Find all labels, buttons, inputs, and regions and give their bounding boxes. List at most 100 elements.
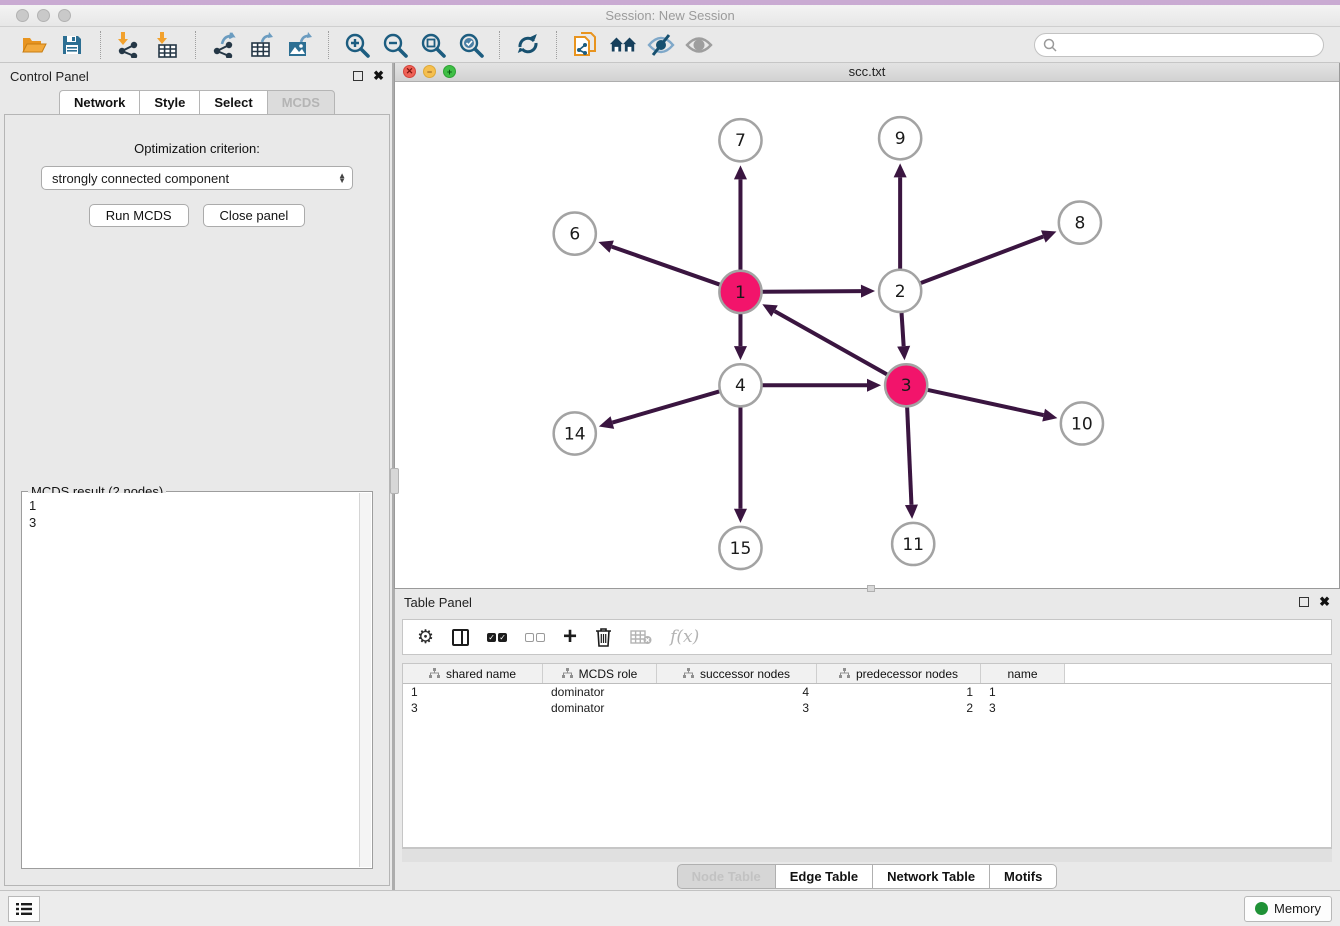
edge-1-6[interactable] — [612, 246, 720, 284]
table-cell[interactable]: 1 — [817, 685, 981, 699]
table-cell[interactable]: 4 — [657, 685, 817, 699]
network-close-button[interactable]: ✕ — [403, 65, 416, 78]
column-header-shared-name[interactable]: shared name — [403, 664, 543, 683]
close-panel-button[interactable]: Close panel — [203, 204, 306, 227]
close-panel-icon[interactable]: ✖ — [373, 71, 384, 81]
edge-2-8[interactable] — [921, 236, 1043, 283]
table-row[interactable]: 3dominator323 — [403, 700, 1331, 716]
node-label-6: 6 — [569, 224, 580, 244]
first-neighbors-icon[interactable] — [609, 31, 637, 59]
mcds-result-text[interactable]: 1 3 — [23, 493, 359, 867]
table-cell[interactable]: 3 — [981, 701, 1065, 715]
network-window-titlebar[interactable]: ✕ − + scc.txt — [395, 63, 1339, 82]
float-panel-icon[interactable] — [353, 71, 363, 81]
select-all-columns-icon[interactable]: ✓✓ — [487, 633, 507, 642]
table-panel-title: Table Panel — [404, 595, 472, 610]
edge-3-10[interactable] — [928, 390, 1044, 415]
deselect-all-columns-icon[interactable] — [525, 633, 545, 642]
tab-select[interactable]: Select — [199, 90, 266, 115]
memory-button-label: Memory — [1274, 901, 1321, 916]
add-column-icon[interactable]: + — [563, 627, 577, 647]
import-network-icon[interactable] — [115, 31, 143, 59]
table-cell[interactable]: 3 — [657, 701, 817, 715]
node-label-14: 14 — [564, 424, 586, 444]
table-panel: Table Panel ✖ ⚙ ✓✓ + f(x) — [394, 589, 1340, 890]
hide-graphics-details-icon[interactable] — [647, 31, 675, 59]
function-builder-icon[interactable]: f(x) — [670, 627, 699, 647]
result-scrollbar[interactable] — [359, 493, 371, 867]
tab-motifs[interactable]: Motifs — [989, 864, 1057, 889]
export-network-icon[interactable] — [210, 31, 238, 59]
delete-column-icon[interactable] — [595, 627, 612, 647]
table-toolbar: ⚙ ✓✓ + f(x) — [402, 619, 1332, 655]
table-cell[interactable]: 3 — [403, 701, 543, 715]
zoom-selected-icon[interactable] — [457, 31, 485, 59]
clone-network-icon[interactable] — [571, 31, 599, 59]
network-maximize-button[interactable]: + — [443, 65, 456, 78]
tab-node-table[interactable]: Node Table — [677, 864, 775, 889]
column-header-MCDS-role[interactable]: MCDS role — [543, 664, 657, 683]
column-header-predecessor-nodes[interactable]: predecessor nodes — [817, 664, 981, 683]
column-header-successor-nodes[interactable]: successor nodes — [657, 664, 817, 683]
edge-2-3[interactable] — [902, 313, 904, 346]
control-panel: Control Panel ✖ NetworkStyleSelectMCDS O… — [0, 63, 394, 890]
network-graph[interactable]: 7968124314101511 — [395, 82, 1339, 588]
status-bar: Memory — [0, 890, 1340, 926]
table-header-row: shared nameMCDS rolesuccessor nodesprede… — [403, 664, 1331, 684]
mcds-panel: Optimization criterion: strongly connect… — [4, 114, 390, 886]
network-canvas[interactable]: 7968124314101511 — [395, 82, 1339, 588]
edge-arrow-2-3 — [897, 346, 910, 360]
tab-style[interactable]: Style — [139, 90, 199, 115]
task-list-icon — [16, 902, 32, 916]
control-panel-title: Control Panel — [10, 69, 89, 84]
table-settings-icon[interactable]: ⚙ — [417, 626, 434, 649]
table-tabs: Node TableEdge TableNetwork TableMotifs — [394, 862, 1340, 890]
table-float-panel-icon[interactable] — [1299, 597, 1309, 607]
panel-splitter-grip[interactable] — [390, 468, 399, 494]
show-graphics-details-icon[interactable] — [685, 31, 713, 59]
tab-edge-table[interactable]: Edge Table — [775, 864, 872, 889]
optimization-criterion-label: Optimization criterion: — [15, 141, 379, 156]
split-view-icon[interactable] — [452, 629, 469, 646]
network-window-title: scc.txt — [395, 64, 1339, 79]
zoom-in-icon[interactable] — [343, 31, 371, 59]
import-table-icon[interactable] — [153, 31, 181, 59]
node-label-7: 7 — [735, 131, 746, 151]
edge-1-2[interactable] — [763, 291, 861, 292]
open-icon[interactable] — [20, 31, 48, 59]
edge-3-11[interactable] — [907, 407, 911, 504]
table-row[interactable]: 1dominator411 — [403, 684, 1331, 700]
horizontal-splitter-grip[interactable] — [867, 585, 875, 592]
run-mcds-button[interactable]: Run MCDS — [89, 204, 189, 227]
search-box[interactable] — [1034, 33, 1324, 57]
node-label-2: 2 — [895, 282, 906, 302]
search-input[interactable] — [1062, 38, 1315, 52]
network-minimize-button[interactable]: − — [423, 65, 436, 78]
apply-layout-icon[interactable] — [514, 31, 542, 59]
tab-network[interactable]: Network — [59, 90, 139, 115]
table-cell[interactable]: 1 — [403, 685, 543, 699]
task-history-button[interactable] — [8, 896, 40, 922]
save-icon[interactable] — [58, 31, 86, 59]
export-table-icon[interactable] — [248, 31, 276, 59]
table-cell[interactable]: dominator — [543, 685, 657, 699]
edge-arrow-3-11 — [905, 504, 918, 518]
memory-button[interactable]: Memory — [1244, 896, 1332, 922]
edge-3-1[interactable] — [775, 311, 887, 374]
table-cell[interactable]: 2 — [817, 701, 981, 715]
delete-table-icon[interactable] — [630, 629, 652, 645]
column-header-name[interactable]: name — [981, 664, 1065, 683]
tab-network-table[interactable]: Network Table — [872, 864, 989, 889]
edge-arrow-3-10 — [1042, 409, 1057, 422]
table-close-panel-icon[interactable]: ✖ — [1319, 597, 1330, 607]
zoom-fit-icon[interactable] — [419, 31, 447, 59]
table-cell[interactable]: dominator — [543, 701, 657, 715]
tab-mcds[interactable]: MCDS — [267, 90, 335, 115]
edge-arrow-1-7 — [734, 165, 747, 179]
export-image-icon[interactable] — [286, 31, 314, 59]
zoom-out-icon[interactable] — [381, 31, 409, 59]
criterion-select[interactable]: strongly connected component ▲▼ — [41, 166, 353, 190]
edge-4-14[interactable] — [612, 391, 719, 422]
node-label-4: 4 — [735, 376, 746, 396]
table-cell[interactable]: 1 — [981, 685, 1065, 699]
